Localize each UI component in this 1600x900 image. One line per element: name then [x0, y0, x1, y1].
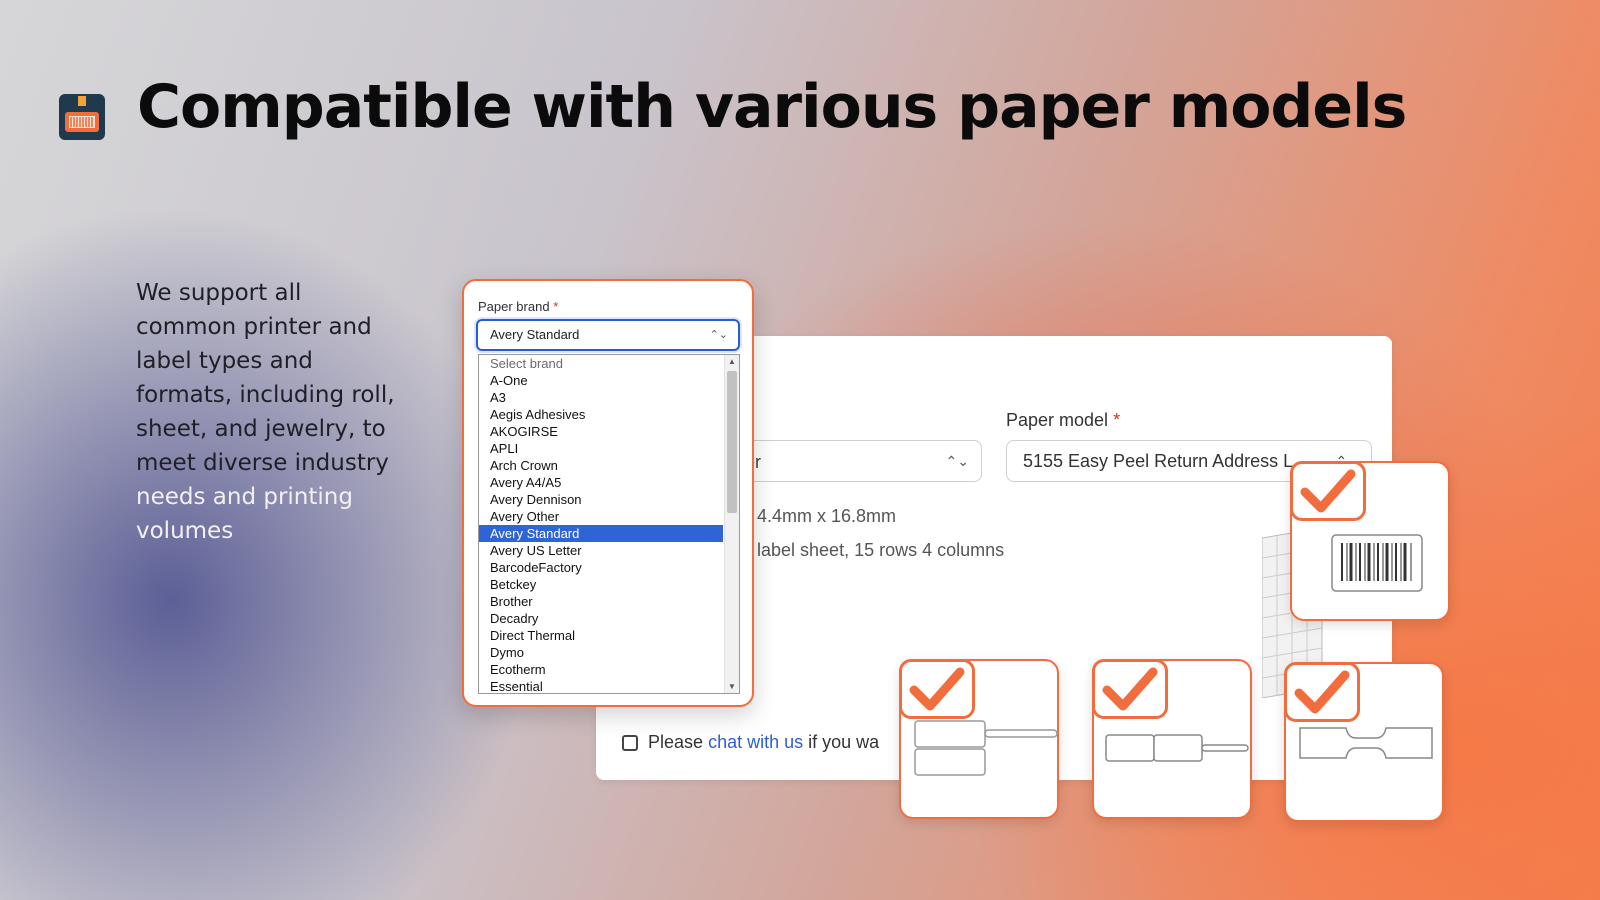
brand-option[interactable]: A3	[479, 389, 723, 406]
brand-option[interactable]: AKOGIRSE	[479, 423, 723, 440]
scroll-up-icon[interactable]: ▲	[725, 357, 739, 366]
chevron-updown-icon: ⌃⌄	[709, 329, 728, 341]
jewelry-double-label-card	[1092, 659, 1252, 819]
options-scrollbar[interactable]: ▲ ▼	[724, 355, 739, 693]
brand-option[interactable]: BarcodeFactory	[479, 559, 723, 576]
brand-option[interactable]: Direct Thermal	[479, 627, 723, 644]
brand-option[interactable]: Ecotherm	[479, 661, 723, 678]
brand-option[interactable]: Arch Crown	[479, 457, 723, 474]
brand-option[interactable]: Avery Standard	[479, 525, 723, 542]
scrollbar-thumb[interactable]	[727, 371, 737, 513]
paper-model-value: 5155 Easy Peel Return Address L	[1023, 451, 1294, 471]
feature-description: We support all common printer and label …	[136, 276, 406, 548]
chat-suffix: if you wa	[808, 732, 880, 752]
label-printer-icon	[59, 94, 105, 140]
roll-label-card	[899, 659, 1059, 819]
checkmark-icon	[1290, 461, 1366, 521]
checkmark-icon	[899, 659, 975, 719]
required-mark: *	[1113, 410, 1121, 430]
brand-option[interactable]: Betckey	[479, 576, 723, 593]
description-main: We support all common printer and label …	[136, 280, 395, 476]
brand-option[interactable]: Avery Other	[479, 508, 723, 525]
chat-prompt: Please chat with us if you wa	[622, 732, 879, 753]
brand-option[interactable]: Avery Dennison	[479, 491, 723, 508]
barcode-label-card	[1290, 461, 1450, 621]
brand-option[interactable]: APLI	[479, 440, 723, 457]
paper-brand-selected-value: Avery Standard	[490, 327, 580, 342]
chat-icon	[622, 735, 638, 751]
paper-brand-label-text: Paper brand	[478, 299, 550, 314]
brand-option[interactable]: Aegis Adhesives	[479, 406, 723, 423]
chat-with-us-link[interactable]: chat with us	[708, 732, 803, 752]
description-light: needs and printing volumes	[136, 484, 353, 544]
paper-model-label-text: Paper model	[1006, 410, 1109, 430]
paper-model-label: Paper model *	[1006, 410, 1120, 431]
brand-option[interactable]: Avery US Letter	[479, 542, 723, 559]
brand-option[interactable]: Brother	[479, 593, 723, 610]
paper-type-select[interactable]: er⌃⌄	[740, 440, 982, 482]
label-size-text: 4.4mm x 16.8mm	[757, 506, 897, 526]
jewelry-tag-label-card	[1284, 662, 1444, 822]
scroll-down-icon[interactable]: ▼	[725, 682, 739, 691]
paper-brand-select[interactable]: Avery Standard ⌃⌄	[476, 319, 740, 351]
paper-brand-label: Paper brand *	[478, 299, 558, 314]
brand-option[interactable]: Select brand	[479, 355, 723, 372]
paper-brand-dropdown-panel: Paper brand * Avery Standard ⌃⌄ Select br…	[462, 279, 754, 707]
brand-option[interactable]: Decadry	[479, 610, 723, 627]
label-sheet-info: label sheet, 15 rows 4 columns	[757, 540, 1005, 560]
brand-option[interactable]: Dymo	[479, 644, 723, 661]
chevron-updown-icon: ⌃⌄	[945, 453, 969, 469]
chat-prefix: Please	[648, 732, 704, 752]
brand-option[interactable]: A-One	[479, 372, 723, 389]
checkmark-icon	[1284, 662, 1360, 722]
brand-option[interactable]: Essential	[479, 678, 723, 693]
required-mark: *	[553, 299, 559, 314]
brand-option[interactable]: Avery A4/A5	[479, 474, 723, 491]
paper-brand-options-list[interactable]: Select brand A-One A3 Aegis Adhesives AKOGIR…	[478, 354, 740, 694]
checkmark-icon	[1092, 659, 1168, 719]
page-title: Compatible with various paper models	[137, 72, 1407, 142]
